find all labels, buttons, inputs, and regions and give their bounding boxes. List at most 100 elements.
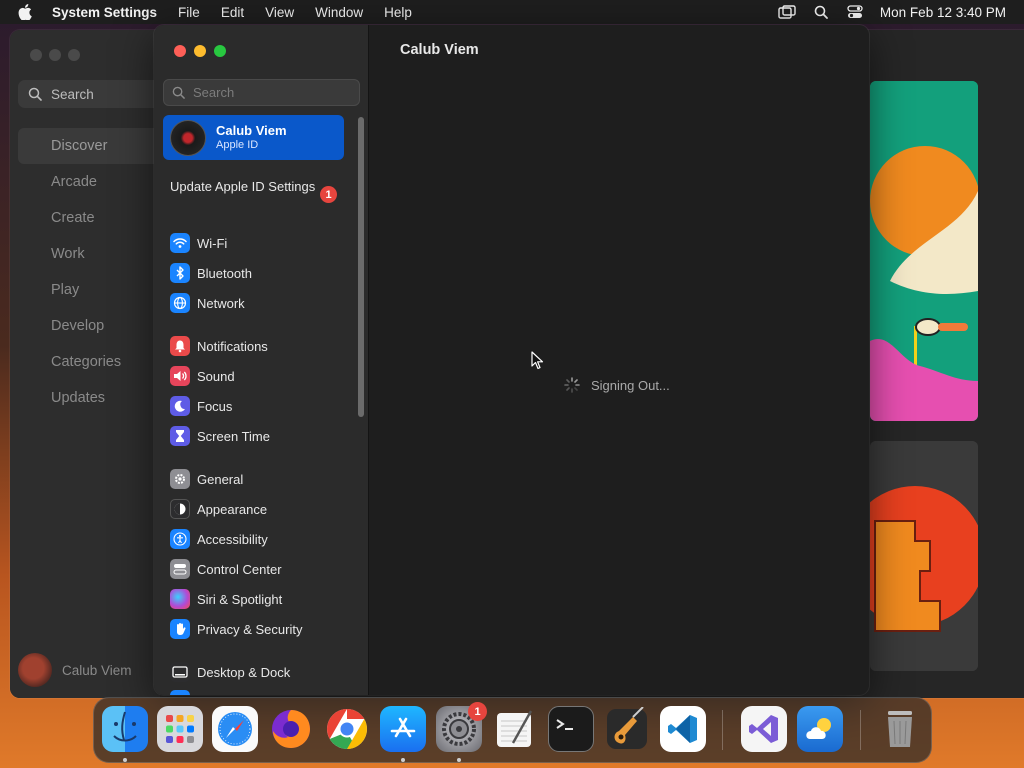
sidebar-item-next-partial[interactable] <box>170 689 197 695</box>
control-center-icon <box>170 559 190 579</box>
dock: 1 <box>93 697 932 763</box>
mouse-cursor-icon <box>531 351 544 370</box>
app-store-search-placeholder: Search <box>51 86 94 102</box>
featured-artwork-2[interactable] <box>870 441 978 671</box>
safari-icon[interactable] <box>212 706 258 752</box>
sidebar-item-accessibility[interactable]: Accessibility <box>170 528 268 550</box>
sidebar-item-label: Privacy & Security <box>197 621 303 637</box>
sidebar-item-label: Screen Time <box>197 428 270 444</box>
sidebar-item-siri-spotlight[interactable]: Siri & Spotlight <box>170 588 282 610</box>
app-store-nav-work[interactable]: Work <box>10 236 160 272</box>
menu-window[interactable]: Window <box>315 5 363 20</box>
garageband-icon[interactable] <box>604 706 650 752</box>
trash-icon[interactable] <box>877 706 923 752</box>
menu-edit[interactable]: Edit <box>221 5 244 20</box>
sidebar-item-appearance[interactable]: Appearance <box>170 498 267 520</box>
sidebar-item-wifi[interactable]: Wi-Fi <box>170 232 227 254</box>
search-icon <box>28 87 42 101</box>
zoom-button[interactable] <box>214 45 226 57</box>
sidebar-item-desktop-dock[interactable]: Desktop & Dock <box>170 661 290 683</box>
app-store-nav-discover[interactable]: Discover <box>18 128 160 164</box>
app-store-icon[interactable] <box>380 706 426 752</box>
sidebar-item-privacy-security[interactable]: Privacy & Security <box>170 618 302 640</box>
sidebar-item-control-center[interactable]: Control Center <box>170 558 282 580</box>
siri-icon <box>170 589 190 609</box>
app-store-nav-updates[interactable]: Updates <box>10 380 160 416</box>
sidebar-item-general[interactable]: General <box>170 468 243 490</box>
account-name: Calub Viem <box>216 123 287 138</box>
hand-icon <box>170 619 190 639</box>
launchpad-icon[interactable] <box>157 706 203 752</box>
sidebar-item-label: Notifications <box>197 338 268 354</box>
app-store-sidebar: Search Discover Arcade Create Work Play … <box>10 30 168 698</box>
app-store-nav-develop[interactable]: Develop <box>10 308 160 344</box>
app-store-user-name: Calub Viem <box>62 662 132 678</box>
control-center-icon[interactable] <box>846 4 864 20</box>
menu-help[interactable]: Help <box>384 5 412 20</box>
textedit-icon[interactable] <box>492 706 538 752</box>
sidebar-item-label: Siri & Spotlight <box>197 591 283 607</box>
sidebar-item-apple-id[interactable]: Calub Viem Apple ID <box>163 115 344 160</box>
app-store-close-button[interactable] <box>30 49 42 61</box>
app-store-nav-categories[interactable]: Categories <box>10 344 160 380</box>
featured-artwork[interactable] <box>870 81 978 421</box>
menu-bar: System Settings File Edit View Window He… <box>0 0 1024 24</box>
sidebar-item-sound[interactable]: Sound <box>170 365 235 387</box>
notification-badge: 1 <box>320 186 337 203</box>
app-store-minimize-button[interactable] <box>49 49 61 61</box>
partial-row-icon <box>170 690 190 695</box>
avatar <box>170 119 206 156</box>
chrome-icon[interactable] <box>324 706 370 752</box>
globe-icon <box>170 293 190 313</box>
appearance-icon <box>170 499 190 519</box>
spotlight-search-icon[interactable] <box>812 4 830 20</box>
menu-bar-clock[interactable]: Mon Feb 12 3:40 PM <box>880 5 1006 20</box>
running-indicator <box>457 758 461 762</box>
wifi-icon <box>170 233 190 253</box>
weather-icon[interactable] <box>797 706 843 752</box>
moon-icon <box>170 396 190 416</box>
screen-mirroring-icon[interactable] <box>778 4 796 20</box>
close-button[interactable] <box>174 45 186 57</box>
settings-search-field[interactable]: Search <box>163 79 360 106</box>
sidebar-item-network[interactable]: Network <box>170 292 245 314</box>
page-title: Calub Viem <box>400 42 479 58</box>
sidebar-item-label: Appearance <box>197 501 268 517</box>
bluetooth-icon <box>170 263 190 283</box>
gear-icon <box>170 469 190 489</box>
visual-studio-icon[interactable] <box>741 706 787 752</box>
app-store-search-field[interactable]: Search <box>18 80 168 108</box>
running-indicator <box>123 758 127 762</box>
app-store-nav-create[interactable]: Create <box>10 200 160 236</box>
dock-separator <box>722 710 723 750</box>
menu-app-name[interactable]: System Settings <box>52 5 157 20</box>
signing-out-status: Signing Out... <box>591 378 670 393</box>
sidebar-item-label: Accessibility <box>197 531 268 547</box>
vscode-icon[interactable] <box>660 706 706 752</box>
menu-view[interactable]: View <box>265 5 294 20</box>
sidebar-item-update-apple-id[interactable]: Update Apple ID Settings <box>170 179 340 195</box>
app-store-nav-play[interactable]: Play <box>10 272 160 308</box>
sidebar-item-bluetooth[interactable]: Bluetooth <box>170 262 252 284</box>
sidebar-item-label: Desktop & Dock <box>197 664 291 680</box>
app-store-account[interactable]: Calub Viem <box>18 653 132 687</box>
app-store-zoom-button[interactable] <box>68 49 80 61</box>
terminal-icon[interactable] <box>548 706 594 752</box>
sidebar-item-screen-time[interactable]: Screen Time <box>170 425 270 447</box>
sidebar-item-label: Sound <box>197 368 235 384</box>
sidebar-item-label: Focus <box>197 398 233 414</box>
system-settings-window: Search Calub Viem Apple ID Update Apple … <box>154 25 869 695</box>
app-store-nav-arcade[interactable]: Arcade <box>10 164 160 200</box>
apple-logo-icon[interactable] <box>18 4 34 20</box>
desktop-icon <box>170 662 190 682</box>
loading-spinner-icon <box>564 377 580 393</box>
finder-icon[interactable] <box>102 706 148 752</box>
sidebar-item-focus[interactable]: Focus <box>170 395 232 417</box>
firefox-icon[interactable] <box>268 706 314 752</box>
sidebar-scrollbar[interactable] <box>358 117 364 417</box>
menu-file[interactable]: File <box>178 5 200 20</box>
sidebar-item-label: Bluetooth <box>197 265 252 281</box>
minimize-button[interactable] <box>194 45 206 57</box>
dock-separator <box>860 710 861 750</box>
sidebar-item-notifications[interactable]: Notifications <box>170 335 268 357</box>
